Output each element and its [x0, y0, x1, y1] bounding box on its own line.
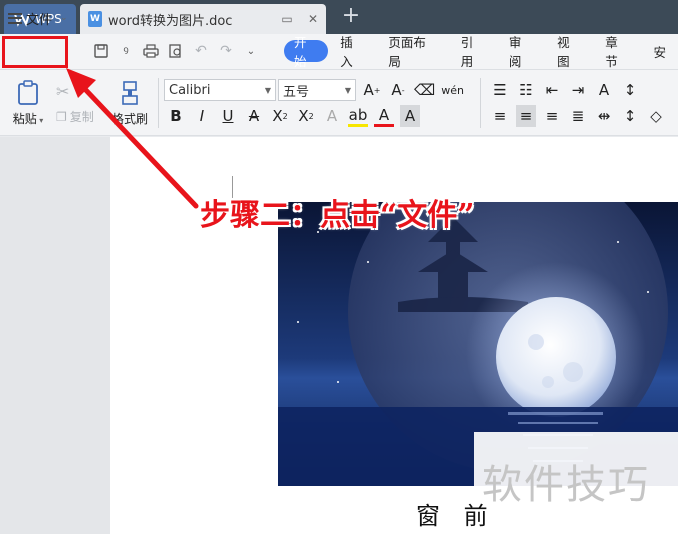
- decrease-indent-icon[interactable]: ⇤: [542, 79, 562, 101]
- document-caption: 窗 前: [416, 502, 496, 530]
- italic-icon[interactable]: I: [192, 105, 212, 127]
- main-menu: 开始 插入 页面布局 引用 审阅 视图 章节 安: [284, 35, 678, 69]
- chevron-down-icon: ▼: [264, 85, 272, 95]
- file-menu-button[interactable]: 文件 ⌄: [8, 6, 68, 30]
- justify-icon[interactable]: ≣: [568, 105, 588, 127]
- format-painter-label: 格式刷: [111, 112, 148, 126]
- grow-font-icon[interactable]: A +: [362, 79, 382, 101]
- print-icon[interactable]: [142, 40, 160, 62]
- undo-icon[interactable]: ↶: [192, 40, 210, 62]
- cut-button[interactable]: ✂: [56, 82, 69, 101]
- distributed-icon[interactable]: ⇹: [594, 105, 614, 127]
- copy-button[interactable]: ❐ 复制: [56, 108, 94, 125]
- align-right-icon[interactable]: ≡: [542, 105, 562, 127]
- clear-format-icon[interactable]: ⌫: [414, 79, 435, 101]
- char-shading-icon[interactable]: A: [400, 105, 420, 127]
- word-doc-icon: W: [88, 11, 102, 27]
- highlight-box: [2, 36, 68, 68]
- font-family-value: Calibri: [169, 82, 211, 98]
- print-preview-icon[interactable]: [167, 40, 185, 62]
- bold-icon[interactable]: B: [166, 105, 186, 127]
- font-size-value: 五号: [283, 84, 310, 100]
- underline-icon[interactable]: U: [218, 105, 238, 127]
- superscript-icon[interactable]: X2: [270, 105, 290, 127]
- clipboard-icon: [15, 80, 41, 106]
- document-tab-title: word转换为图片.doc: [108, 13, 233, 29]
- title-bar: WPS W word转换为图片.doc ▭ ✕ +: [0, 0, 678, 34]
- align-center-icon[interactable]: ≡: [516, 105, 536, 127]
- step-annotation: 步骤二：点击“文件”: [200, 198, 475, 233]
- line-spacing-icon[interactable]: ↕: [620, 105, 640, 127]
- save-icon[interactable]: [92, 40, 110, 62]
- format-icon[interactable]: ꝰ: [117, 40, 135, 62]
- numbered-list-icon[interactable]: ☷: [516, 79, 536, 101]
- font-size-tools: A + A- ⌫ wén: [362, 79, 464, 101]
- divider: [158, 78, 159, 128]
- close-tab-icon[interactable]: ✕: [306, 12, 320, 26]
- font-color-icon[interactable]: A: [374, 105, 394, 127]
- paste-label: 粘贴: [12, 112, 37, 126]
- menu-item-view[interactable]: 视图: [545, 35, 593, 69]
- shading-icon[interactable]: ◇: [646, 105, 666, 127]
- menu-item-review[interactable]: 审阅: [497, 35, 545, 69]
- restore-window-icon[interactable]: ▭: [280, 12, 294, 26]
- paragraph-tools-bottom: ≡ ≡ ≡ ≣ ⇹ ↕ ◇: [490, 105, 666, 127]
- sort-icon[interactable]: ↕: [620, 79, 640, 101]
- new-tab-button[interactable]: +: [340, 5, 362, 28]
- paragraph-tools-top: ☰ ☷ ⇤ ⇥ A ↕: [490, 79, 640, 101]
- text-effect-icon[interactable]: A: [322, 105, 342, 127]
- subscript-icon[interactable]: X2: [296, 105, 316, 127]
- phonetic-guide-icon[interactable]: wén: [441, 79, 464, 101]
- bullet-list-icon[interactable]: ☰: [490, 79, 510, 101]
- brush-icon: [117, 80, 143, 106]
- text-direction-icon[interactable]: A: [594, 79, 614, 101]
- divider: [480, 78, 481, 128]
- font-style-tools: B I U A X2 X2 A ab A A: [166, 105, 420, 127]
- menu-item-references[interactable]: 引用: [449, 35, 497, 69]
- strikethrough-icon[interactable]: A: [244, 105, 264, 127]
- file-menu-label: 文件: [26, 12, 53, 28]
- shrink-font-icon[interactable]: A-: [388, 79, 408, 101]
- redo-icon[interactable]: ↷: [217, 40, 235, 62]
- menu-item-section[interactable]: 章节: [593, 35, 641, 69]
- menu-item-security[interactable]: 安: [641, 40, 678, 62]
- increase-indent-icon[interactable]: ⇥: [568, 79, 588, 101]
- scissors-icon: ✂: [56, 82, 70, 101]
- chevron-down-icon: ▼: [344, 85, 352, 95]
- hamburger-icon: [8, 12, 22, 24]
- menu-item-page-layout[interactable]: 页面布局: [376, 35, 448, 69]
- font-family-select[interactable]: Calibri ▼: [164, 79, 276, 101]
- chevron-down-icon[interactable]: ⌄: [60, 13, 68, 23]
- highlight-color-icon[interactable]: ab: [348, 105, 368, 127]
- menu-item-home[interactable]: 开始: [284, 35, 329, 69]
- menu-item-insert[interactable]: 插入: [328, 35, 376, 69]
- format-painter-button[interactable]: 格式刷: [110, 80, 150, 127]
- copy-icon: ❐: [56, 109, 67, 124]
- font-size-select[interactable]: 五号 ▼: [278, 79, 356, 101]
- more-icon[interactable]: ⌄: [242, 40, 260, 62]
- copy-label: 复制: [69, 110, 94, 124]
- quick-access-toolbar: ꝰ ↶ ↷ ⌄: [92, 40, 260, 62]
- align-left-icon[interactable]: ≡: [490, 105, 510, 127]
- document-tab[interactable]: W word转换为图片.doc ▭ ✕: [80, 4, 326, 34]
- paste-button[interactable]: 粘贴 ▾: [10, 80, 46, 127]
- watermark-text: 软件技巧: [482, 462, 650, 508]
